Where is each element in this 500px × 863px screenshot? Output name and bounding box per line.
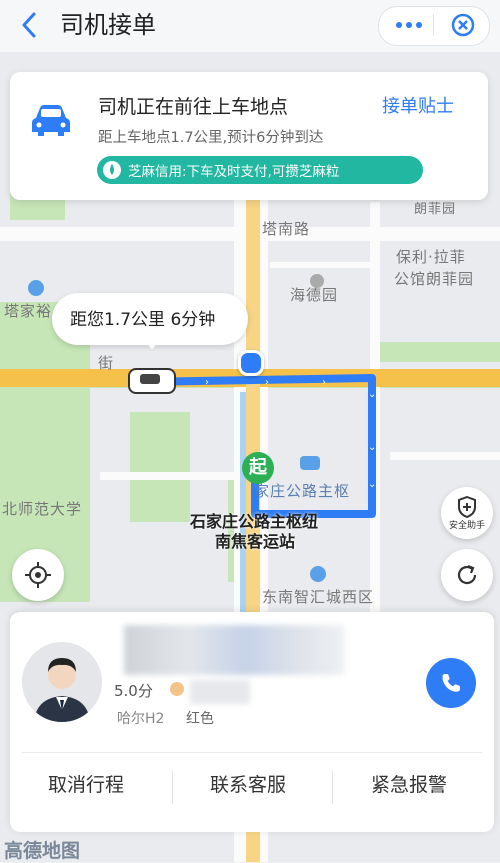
rating-badge-icon	[170, 682, 184, 696]
sesame-text: 芝麻信用:下车及时支付,可攒芝麻粒	[128, 164, 340, 180]
more-dots-icon	[396, 22, 422, 28]
svg-text:⌄: ⌄	[368, 389, 376, 400]
back-button[interactable]	[14, 10, 44, 40]
locate-button[interactable]	[12, 549, 64, 601]
close-circle-icon	[451, 13, 475, 37]
pickup-name-line2: 南焦客运站	[215, 532, 296, 551]
refresh-button[interactable]	[441, 549, 493, 601]
card-divider	[22, 752, 482, 753]
map-label: 朗菲园	[414, 202, 457, 217]
map-label: 东南智汇城西区	[262, 588, 375, 606]
page-title: 司机接单	[60, 11, 156, 39]
sesame-drop-icon	[103, 161, 121, 179]
action-divider	[172, 770, 173, 804]
emergency-button[interactable]: 紧急报警	[371, 770, 447, 797]
driver-rating: 5.0分	[114, 682, 153, 700]
poi-icon	[310, 274, 324, 288]
bus-stop-icon	[300, 456, 320, 470]
map-label: 家庄公路主枢	[254, 482, 351, 500]
action-divider	[332, 770, 333, 804]
call-driver-button[interactable]	[426, 658, 476, 708]
svg-text:⌄: ⌄	[368, 479, 376, 490]
map-label: 公馆朗菲园	[394, 270, 475, 288]
chevron-left-icon	[22, 12, 36, 38]
car-marker-icon	[128, 368, 176, 394]
driver-avatar	[22, 642, 102, 722]
amap-logo: 高德地图	[4, 840, 81, 862]
start-marker: 起	[242, 452, 274, 484]
safety-assistant-button[interactable]: 安全助手	[441, 487, 493, 539]
poi-icon	[310, 566, 326, 582]
refresh-icon	[457, 564, 477, 585]
map-label: 塔家裕	[4, 302, 53, 320]
sesame-credit-badge: 芝麻信用:下车及时支付,可攒芝麻粒	[97, 156, 423, 184]
car-color: 红色	[186, 711, 214, 727]
svg-text:›: ›	[265, 377, 269, 388]
more-button[interactable]	[392, 10, 426, 40]
my-location-dot	[238, 350, 264, 376]
capsule-divider	[433, 14, 434, 36]
safety-assistant-label: 安全助手	[448, 520, 485, 531]
svg-text:›: ›	[205, 377, 209, 388]
status-title: 司机正在前往上车地点	[98, 96, 289, 118]
phone-icon	[442, 674, 460, 692]
avatar-icon	[34, 658, 90, 722]
tips-link[interactable]: 接单贴士	[382, 92, 454, 118]
car-model-redacted	[190, 680, 250, 704]
shield-icon	[458, 495, 476, 518]
car-icon	[28, 100, 74, 140]
map-label: 街	[98, 354, 115, 372]
map-label: 塔南路	[262, 220, 311, 238]
poi-icon	[28, 280, 44, 296]
distance-bubble-text: 距您1.7公里 6分钟	[70, 310, 216, 330]
svg-text:›: ›	[322, 377, 326, 388]
eta-text: 距上车地点1.7公里,预计6分钟到达	[98, 130, 324, 146]
crosshair-icon	[25, 562, 51, 588]
driver-name-redacted	[124, 625, 344, 675]
map-label: 北师范大学	[2, 500, 83, 518]
bubble-pointer	[144, 340, 160, 349]
svg-text:⌄: ⌄	[368, 442, 376, 453]
map-label: 保利·拉菲	[396, 248, 466, 266]
close-button[interactable]	[448, 10, 478, 40]
license-plate: 哈尔H2	[117, 711, 165, 727]
contact-service-button[interactable]: 联系客服	[210, 770, 286, 797]
cancel-trip-button[interactable]: 取消行程	[48, 770, 124, 797]
